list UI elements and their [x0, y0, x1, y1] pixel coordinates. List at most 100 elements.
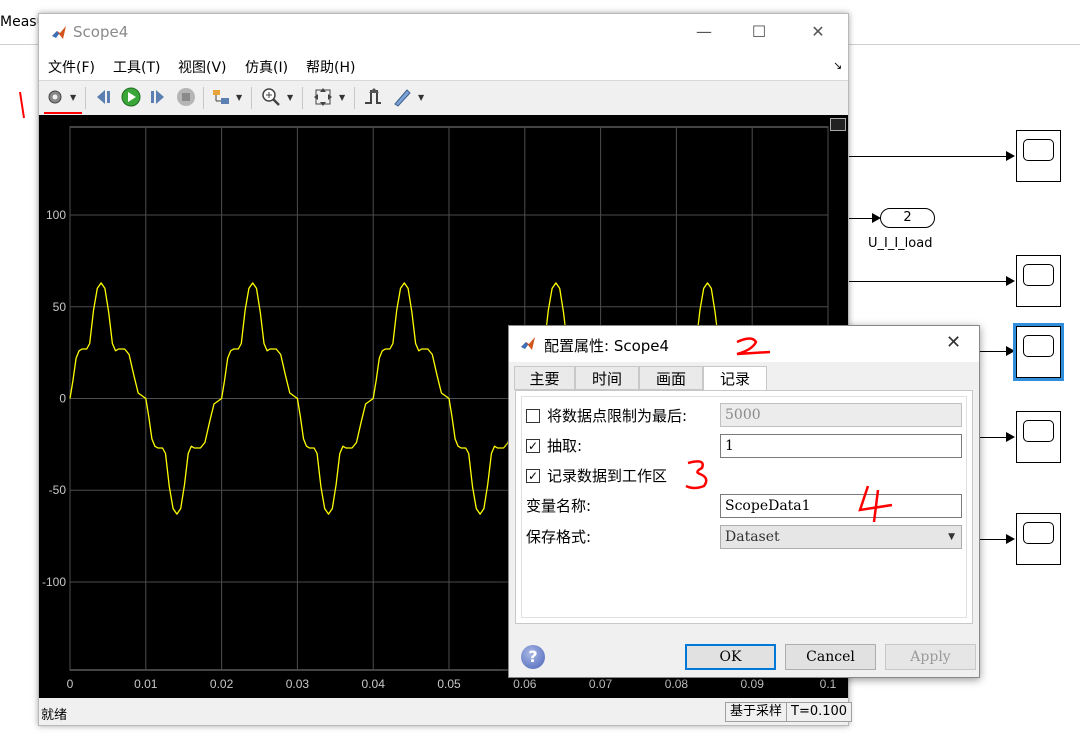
stop-icon[interactable]: [175, 86, 197, 108]
annotation-mark-1: [19, 91, 25, 119]
y-tick-label: -100: [42, 575, 66, 589]
toolbar: ▼ ▼ ▼ ▼ ▼: [39, 80, 848, 116]
toolbar-separator: [203, 87, 204, 109]
dock-icon[interactable]: ↘: [833, 59, 842, 72]
log-to-workspace-label: 记录数据到工作区: [547, 467, 668, 485]
apply-button[interactable]: Apply: [885, 644, 976, 670]
run-icon[interactable]: [120, 86, 142, 108]
window-title: Scope4: [73, 23, 129, 41]
menu-file[interactable]: 文件(F): [48, 57, 95, 77]
limit-data-checkbox[interactable]: [526, 409, 540, 423]
signal-line: [848, 218, 874, 219]
ok-button[interactable]: OK: [685, 644, 776, 670]
tab-time[interactable]: 时间: [575, 366, 639, 390]
decimation-input[interactable]: 1: [720, 434, 962, 458]
x-tick-label: 0.03: [286, 677, 310, 691]
close-icon[interactable]: ✕: [946, 332, 961, 353]
toolbar-separator: [251, 87, 252, 109]
x-tick-label: 0.04: [362, 677, 386, 691]
outport-label: U_I_I_load: [868, 236, 933, 251]
maximize-icon[interactable]: ☐: [744, 22, 774, 41]
outport-block[interactable]: 2: [880, 208, 935, 228]
x-tick-label: 0.06: [513, 677, 537, 691]
x-tick-label: 0: [67, 677, 74, 691]
tab-logging[interactable]: 记录: [703, 366, 767, 392]
minimize-icon[interactable]: —: [689, 22, 719, 41]
menu-simulation[interactable]: 仿真(I): [245, 57, 288, 77]
signal-arrow: [1006, 276, 1015, 286]
highlight-block-icon[interactable]: [210, 86, 232, 108]
signal-line: [848, 281, 1008, 282]
signal-line: [848, 156, 1008, 157]
close-icon[interactable]: ✕: [803, 22, 833, 41]
cursor-measure-icon[interactable]: [391, 86, 413, 108]
decimation-checkbox[interactable]: ✓: [526, 439, 540, 453]
signal-line: [980, 539, 1008, 540]
scope-titlebar[interactable]: Scope4 — ☐ ✕: [39, 14, 848, 52]
scope-block[interactable]: [1016, 513, 1061, 565]
config-dialog: 配置属性: Scope4 ✕ 主要 时间 画面 记录 将数据点限制为最后: 50…: [508, 325, 980, 678]
save-format-select[interactable]: Dataset ▼: [720, 525, 962, 549]
matlab-logo-icon: [521, 337, 535, 350]
x-tick-label: 0.01: [134, 677, 158, 691]
scope-block-selected[interactable]: [1013, 323, 1064, 381]
save-format-label: 保存格式:: [526, 528, 592, 546]
dialog-titlebar[interactable]: 配置属性: Scope4 ✕: [509, 326, 979, 362]
status-bar: 就绪 基于采样 T=0.100: [39, 700, 853, 725]
limit-data-label: 将数据点限制为最后:: [547, 407, 688, 425]
triggers-icon[interactable]: [362, 86, 384, 108]
step-forward-icon[interactable]: [147, 86, 169, 108]
x-tick-label: 0.1: [820, 677, 837, 691]
decimation-label: 抽取:: [547, 437, 583, 455]
step-back-icon[interactable]: [92, 86, 114, 108]
x-tick-label: 0.02: [210, 677, 234, 691]
limit-data-input[interactable]: 5000: [720, 403, 962, 427]
scope-block[interactable]: [1016, 411, 1061, 463]
signal-arrow: [1006, 432, 1015, 442]
x-tick-label: 0.07: [589, 677, 613, 691]
menu-help[interactable]: 帮助(H): [306, 57, 355, 77]
status-ready: 就绪: [41, 708, 68, 723]
scope-block[interactable]: [1016, 255, 1061, 307]
matlab-logo-icon: [52, 26, 66, 39]
chevron-down-icon[interactable]: ▼: [70, 93, 76, 102]
x-tick-label: 0.08: [665, 677, 689, 691]
signal-arrow: [1006, 151, 1015, 161]
tab-display[interactable]: 画面: [639, 366, 703, 390]
variable-name-label: 变量名称:: [526, 497, 592, 515]
save-format-value: Dataset: [725, 529, 780, 545]
signal-line: [980, 351, 1008, 352]
cancel-button[interactable]: Cancel: [785, 644, 876, 670]
status-sample-mode: 基于采样: [725, 702, 788, 722]
fit-to-view-icon[interactable]: [312, 86, 334, 108]
help-icon[interactable]: ?: [521, 645, 545, 669]
dialog-title: 配置属性: Scope4: [544, 337, 670, 355]
log-to-workspace-checkbox[interactable]: ✓: [526, 469, 540, 483]
gear-icon[interactable]: [44, 86, 66, 108]
zoom-icon[interactable]: [260, 86, 282, 108]
chevron-down-icon[interactable]: ▼: [287, 93, 293, 102]
x-tick-label: 0.09: [741, 677, 765, 691]
signal-line: [980, 437, 1008, 438]
chevron-down-icon: ▼: [948, 532, 955, 542]
toolbar-separator: [302, 87, 303, 109]
chevron-down-icon[interactable]: ▼: [418, 93, 424, 102]
menu-tools[interactable]: 工具(T): [113, 57, 160, 77]
status-time: T=0.100: [786, 702, 853, 722]
x-tick-label: 0.05: [437, 677, 461, 691]
signal-arrow: [1006, 534, 1015, 544]
menu-bar: 文件(F) 工具(T) 视图(V) 仿真(I) 帮助(H) ↘: [39, 52, 848, 80]
scope-block[interactable]: [1016, 130, 1061, 182]
chevron-down-icon[interactable]: ▼: [236, 93, 242, 102]
menu-view[interactable]: 视图(V): [178, 57, 227, 77]
tab-main[interactable]: 主要: [514, 366, 575, 390]
y-tick-label: -50: [49, 483, 67, 497]
variable-name-input[interactable]: ScopeData1: [720, 494, 962, 518]
y-tick-label: 100: [46, 208, 66, 222]
signal-arrow: [1006, 346, 1015, 356]
chevron-down-icon[interactable]: ▼: [339, 93, 345, 102]
toolbar-separator: [85, 87, 86, 109]
undock-axes-icon[interactable]: [830, 118, 846, 131]
toolbar-separator: [354, 87, 355, 109]
y-tick-label: 0: [59, 392, 66, 406]
